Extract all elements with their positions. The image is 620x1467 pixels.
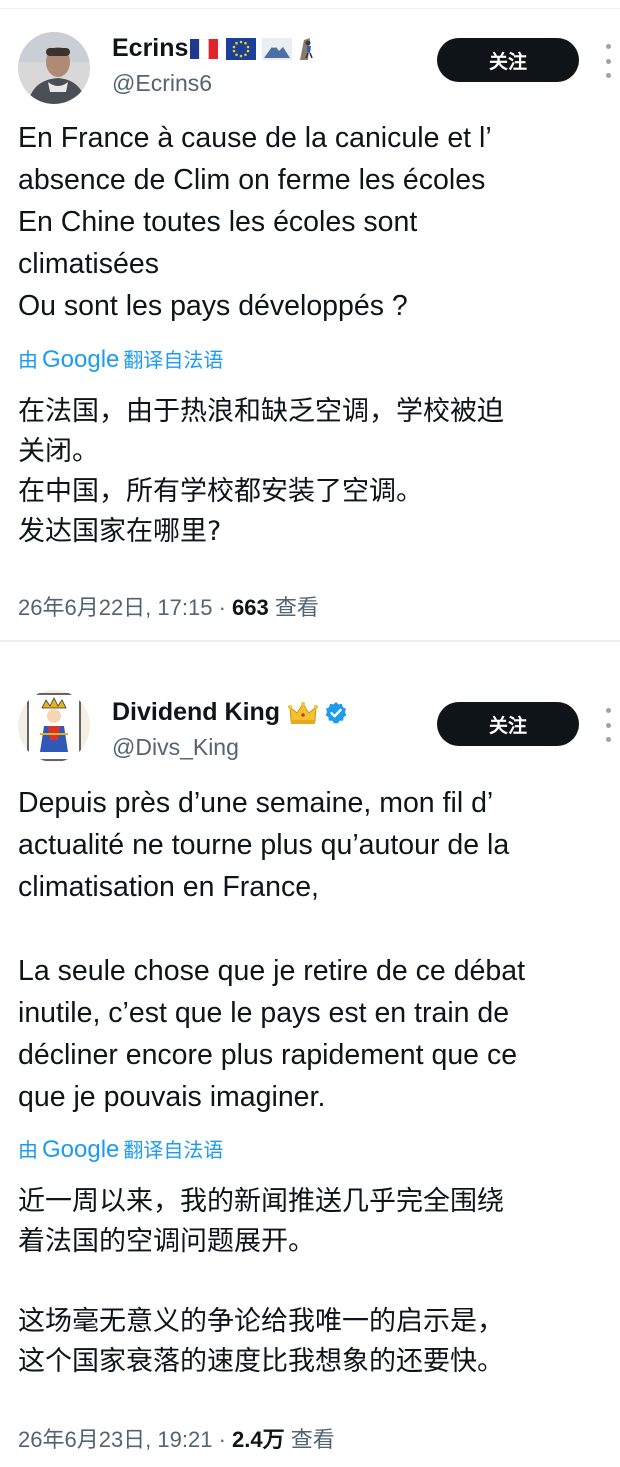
view-count: 2.4万 xyxy=(232,1427,285,1452)
france-flag-icon xyxy=(190,38,219,59)
translation-attribution[interactable]: 由 Google 翻译自法语 xyxy=(18,344,223,374)
tweet-metadata: 26年6月22日, 17:15 · 663 查看 xyxy=(18,590,319,622)
more-options-icon[interactable] xyxy=(598,708,618,742)
translation-prefix: 由 xyxy=(18,348,38,372)
translation-suffix: 翻译自法语 xyxy=(123,1138,224,1162)
translated-text: 近一周以来，我的新闻推送几乎完全围绕 着法国的空调问题展开。 这场毫无意义的争论… xyxy=(18,1186,504,1377)
translation-prefix: 由 xyxy=(18,1138,38,1162)
tweet-text: Depuis près d’une semaine, mon fil d’ ac… xyxy=(18,787,526,1113)
tweet-metadata: 26年6月23日, 19:21 · 2.4万 查看 xyxy=(18,1422,335,1454)
avatar[interactable] xyxy=(18,690,90,762)
author-name-row: Ecrins xyxy=(112,34,316,63)
climber-icon xyxy=(300,37,314,60)
views-label: 查看 xyxy=(284,1427,335,1452)
tweet-divider xyxy=(0,640,620,642)
tweet-ecrins[interactable]: Ecrins @Ecrins6 关注 En France à cause de … xyxy=(0,0,620,640)
view-count: 663 xyxy=(232,595,269,620)
author-display-name[interactable]: Ecrins xyxy=(112,34,188,63)
translated-text: 在法国，由于热浪和缺乏空调，学校被迫 关闭。 在中国，所有学校都安装了空调。 发… xyxy=(18,396,504,547)
author-display-name[interactable]: Dividend King xyxy=(112,698,280,727)
name-emojis xyxy=(190,36,316,62)
mountain-icon xyxy=(262,37,293,60)
avatar[interactable] xyxy=(18,32,90,104)
verified-badge-icon xyxy=(325,701,347,724)
translation-attribution[interactable]: 由 Google 翻译自法语 xyxy=(18,1134,223,1164)
eu-flag-icon xyxy=(226,37,257,60)
follow-button[interactable]: 关注 xyxy=(437,38,579,82)
translation-suffix: 翻译自法语 xyxy=(123,348,224,372)
tweet-text: En France à cause de la canicule et l’ a… xyxy=(18,122,492,322)
more-options-icon[interactable] xyxy=(598,44,618,78)
tweet-dividend-king[interactable]: Dividend King @Divs_King 关注 Depuis près … xyxy=(0,660,620,1467)
google-logo-text: Google xyxy=(42,346,120,373)
author-handle[interactable]: @Ecrins6 xyxy=(112,70,212,97)
google-logo-text: Google xyxy=(42,1136,120,1163)
tweet-timestamp[interactable]: 26年6月23日, 19:21 · xyxy=(18,1427,232,1452)
views-label: 查看 xyxy=(268,595,319,620)
crown-icon xyxy=(288,701,319,724)
author-name-row: Dividend King xyxy=(112,698,348,727)
author-handle[interactable]: @Divs_King xyxy=(112,734,239,761)
follow-button[interactable]: 关注 xyxy=(437,702,579,746)
tweet-timestamp[interactable]: 26年6月22日, 17:15 · xyxy=(18,595,232,620)
